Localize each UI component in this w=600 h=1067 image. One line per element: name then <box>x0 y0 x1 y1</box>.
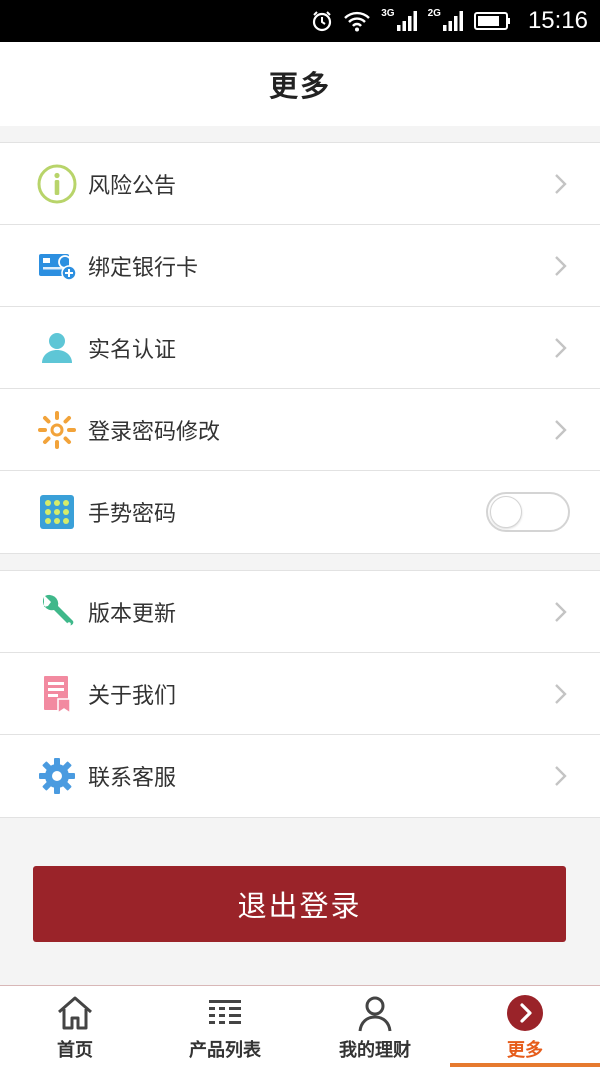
chevron-right-icon <box>555 173 567 194</box>
menu-item-contact-support[interactable]: 联系客服 <box>0 735 600 817</box>
chevron-right-icon <box>555 766 567 786</box>
bank-card-icon <box>36 245 78 287</box>
gear-icon <box>36 755 78 797</box>
menu-item-version-update[interactable]: 版本更新 <box>0 571 600 653</box>
menu-item-label: 关于我们 <box>88 683 177 709</box>
bottom-tab-bar: 首页 产品列表 我的理财 更多 <box>0 985 600 1067</box>
menu-item-label: 版本更新 <box>88 601 177 627</box>
menu-item-label: 实名认证 <box>88 337 177 363</box>
network-label-2: 2G <box>427 7 441 19</box>
sun-icon <box>36 409 78 451</box>
tab-my-finance[interactable]: 我的理财 <box>300 986 450 1067</box>
page-header: 更多 <box>0 42 600 126</box>
more-chevron-circle-icon <box>504 992 546 1034</box>
page-title: 更多 <box>268 69 331 103</box>
tab-product-list[interactable]: 产品列表 <box>150 986 300 1067</box>
menu-item-gesture-password[interactable]: 手势密码 <box>0 471 600 553</box>
gesture-grid-icon <box>36 491 78 533</box>
signal-2g-icon: 2G <box>427 7 464 32</box>
toggle-knob <box>490 496 522 528</box>
menu-item-label: 登录密码修改 <box>88 419 221 445</box>
menu-item-risk-notice[interactable]: 风险公告 <box>0 143 600 225</box>
gesture-password-toggle[interactable] <box>486 492 570 532</box>
menu-item-about-us[interactable]: 关于我们 <box>0 653 600 735</box>
menu-item-label: 绑定银行卡 <box>88 255 199 281</box>
battery-icon <box>473 10 512 32</box>
tab-label: 更多 <box>507 1039 543 1061</box>
chevron-right-icon <box>555 601 567 622</box>
list-icon <box>204 992 246 1034</box>
status-bar: 3G 2G 15:16 <box>0 0 600 42</box>
tab-more[interactable]: 更多 <box>450 986 600 1067</box>
menu-item-label: 联系客服 <box>88 766 177 791</box>
menu-item-bind-bank-card[interactable]: 绑定银行卡 <box>0 225 600 307</box>
chevron-right-icon <box>555 419 567 440</box>
status-time: 15:16 <box>527 7 588 34</box>
chevron-right-icon <box>555 683 567 704</box>
chevron-right-icon <box>555 337 567 358</box>
tab-label: 我的理财 <box>339 1039 411 1061</box>
wifi-icon <box>343 10 371 32</box>
tab-home[interactable]: 首页 <box>0 986 150 1067</box>
wrench-icon <box>36 591 78 633</box>
settings-group-2: 版本更新 关于我们 联系客服 <box>0 570 600 818</box>
menu-item-label: 手势密码 <box>88 502 177 527</box>
menu-item-change-login-password[interactable]: 登录密码修改 <box>0 389 600 471</box>
home-icon <box>54 992 96 1034</box>
menu-item-real-name-auth[interactable]: 实名认证 <box>0 307 600 389</box>
document-bookmark-icon <box>36 673 78 715</box>
settings-group-1: 风险公告 绑定银行卡 实名认证 登录密码修改 手势密码 <box>0 142 600 554</box>
alarm-icon <box>311 10 333 32</box>
info-circle-icon <box>36 163 78 205</box>
menu-item-label: 风险公告 <box>88 173 177 199</box>
user-icon <box>36 327 78 369</box>
person-outline-icon <box>354 992 396 1034</box>
network-label-1: 3G <box>381 7 395 19</box>
signal-3g-icon: 3G <box>381 7 417 32</box>
logout-button[interactable]: 退出登录 <box>33 866 566 942</box>
tab-label: 产品列表 <box>189 1039 261 1061</box>
tab-label: 首页 <box>57 1039 93 1061</box>
chevron-right-icon <box>555 255 567 276</box>
